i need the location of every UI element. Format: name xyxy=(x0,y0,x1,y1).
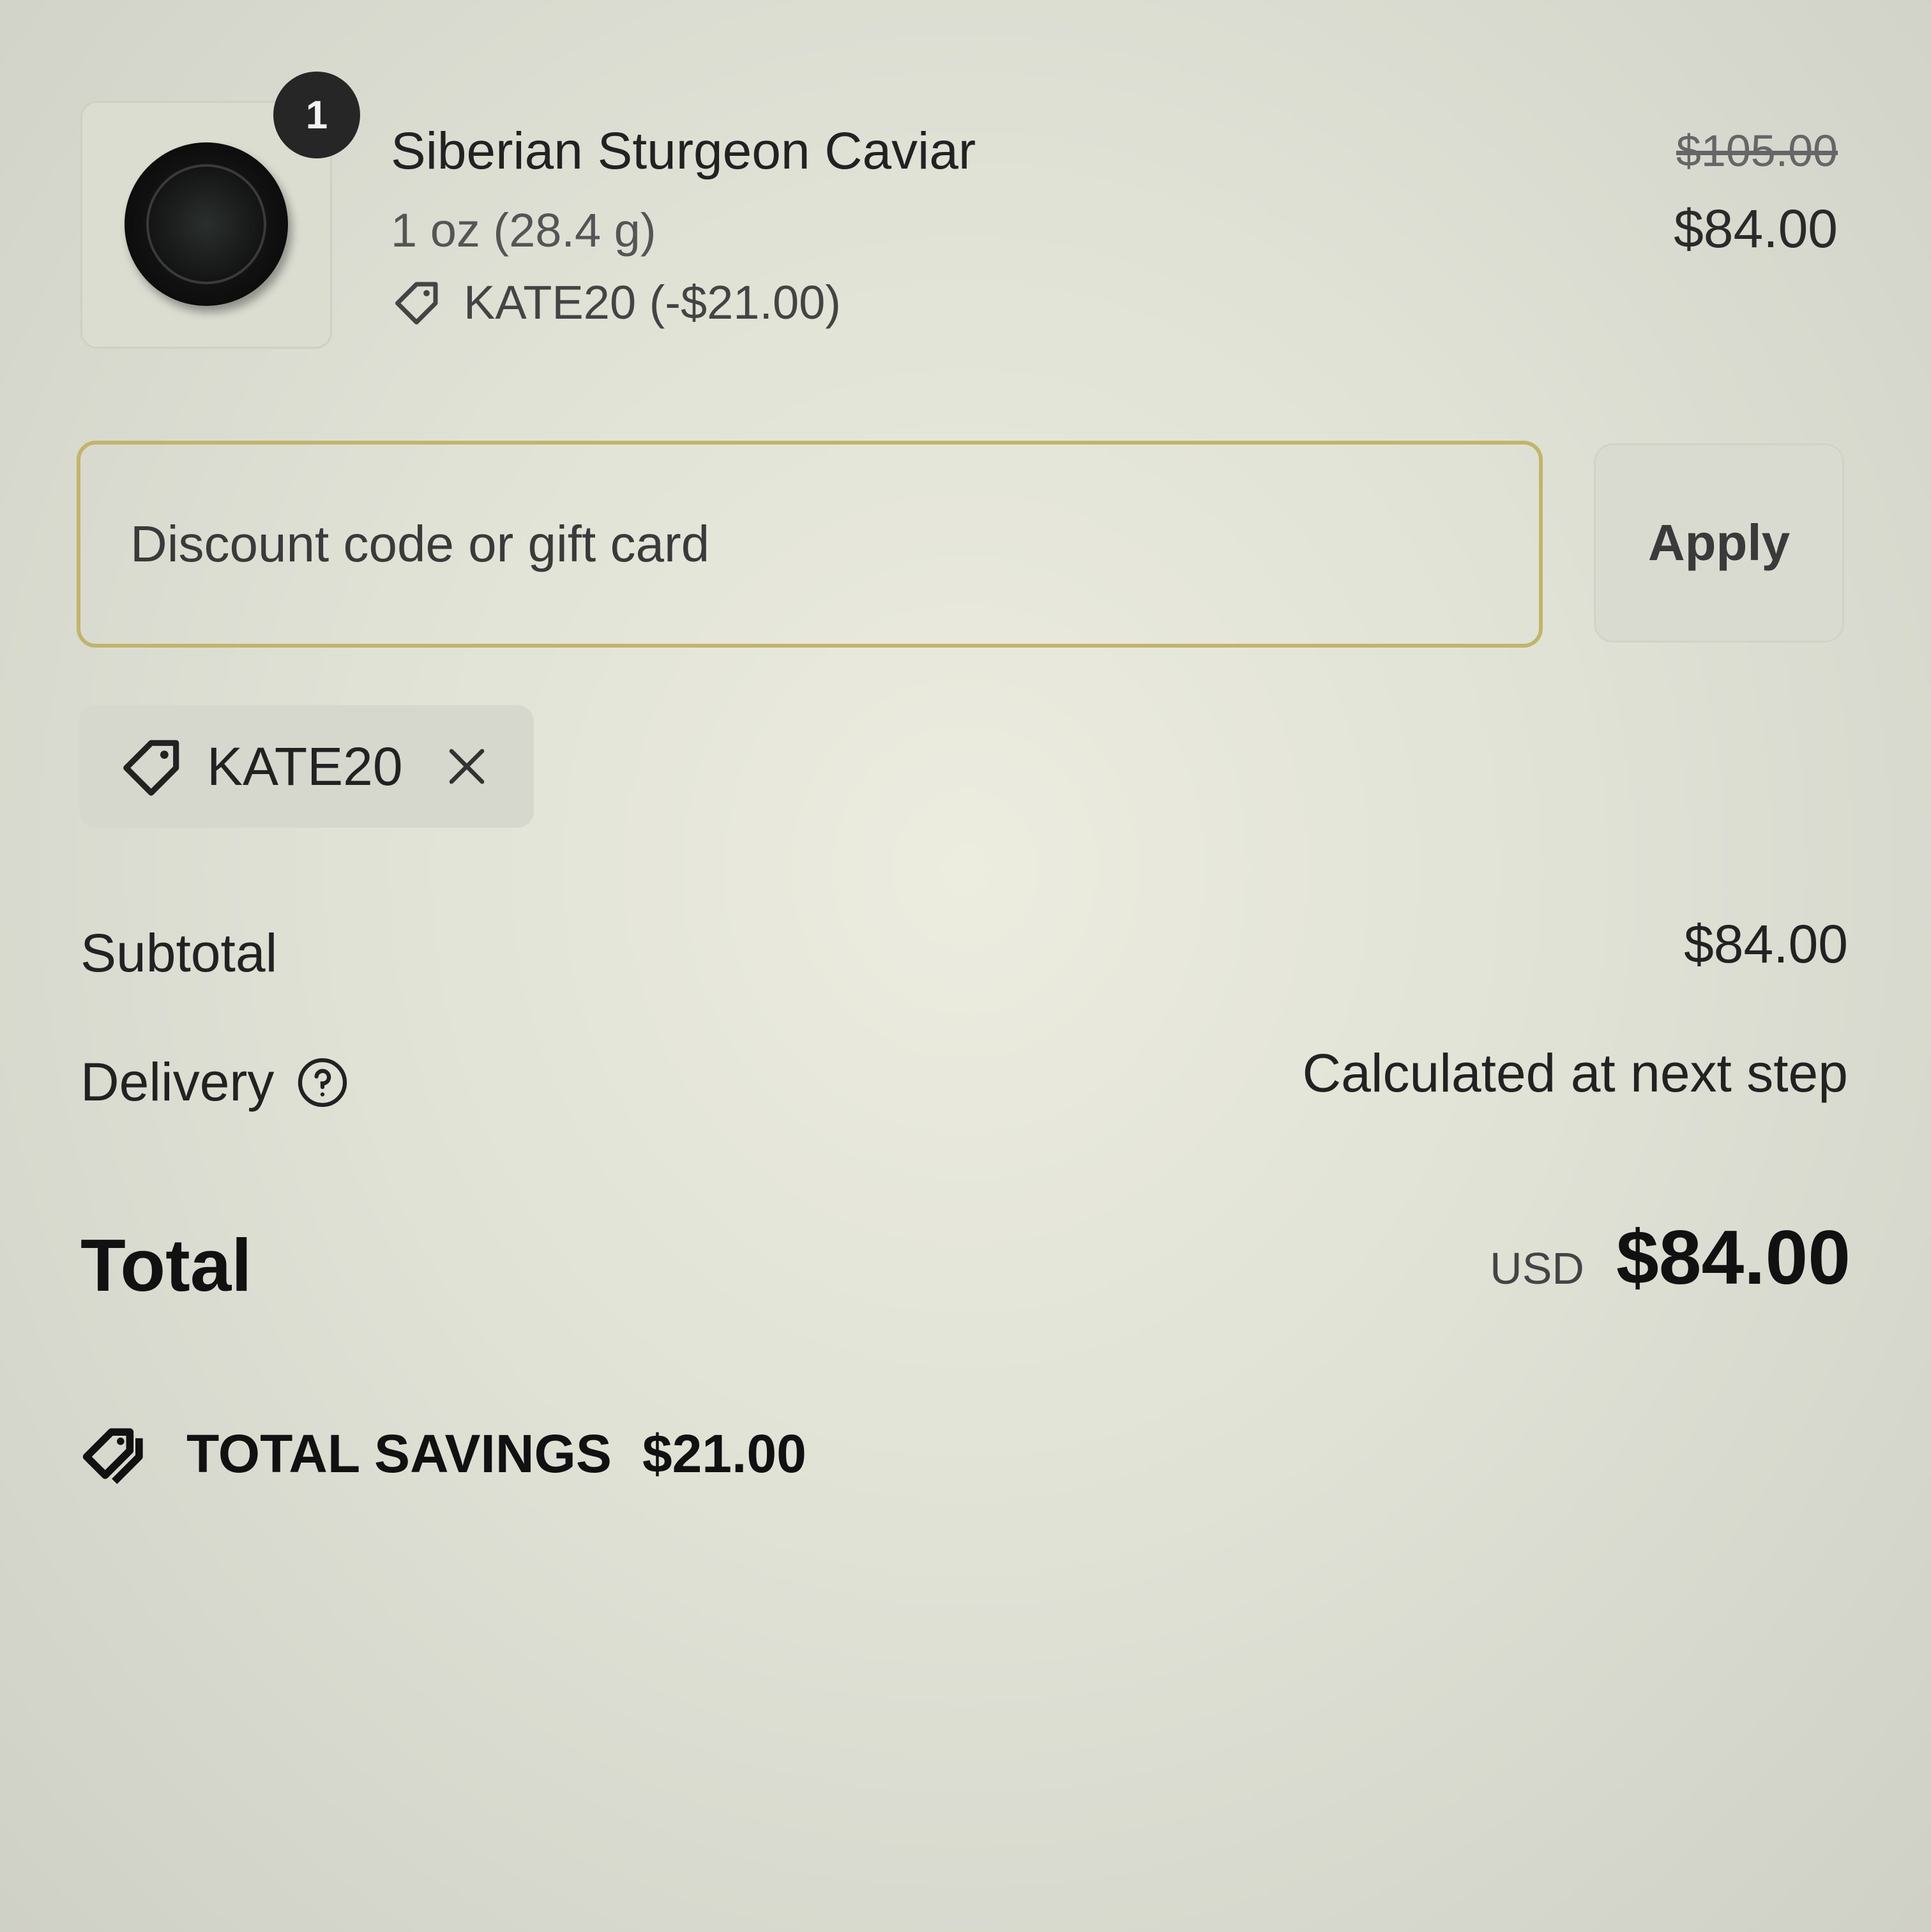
total-label: Total xyxy=(80,1224,252,1307)
apply-button[interactable]: Apply xyxy=(1594,443,1844,643)
total-savings-amount: $21.00 xyxy=(642,1423,806,1484)
delivery-label: Delivery xyxy=(80,1052,275,1112)
original-price: $105.00 xyxy=(1676,126,1838,176)
order-summary: 1 Siberian Sturgeon Caviar 1 oz (28.4 g)… xyxy=(0,0,1931,1932)
total-savings-label: TOTAL SAVINGS xyxy=(186,1423,612,1484)
close-icon xyxy=(449,749,484,784)
delivery-value: Calculated at next step xyxy=(1302,1043,1848,1103)
product-discount-text: KATE20 (-$21.00) xyxy=(464,275,841,329)
total-value-group: USD $84.00 xyxy=(1490,1213,1851,1302)
applied-discount-chip: KATE20 xyxy=(79,705,534,828)
product-name: Siberian Sturgeon Caviar xyxy=(391,122,976,180)
current-price: $84.00 xyxy=(1674,199,1838,259)
delivery-row-label: Delivery xyxy=(80,1051,349,1113)
discount-code-input[interactable] xyxy=(77,441,1543,648)
product-variant: 1 oz (28.4 g) xyxy=(391,204,656,257)
product-discount-line: KATE20 (-$21.00) xyxy=(391,273,841,331)
total-amount: $84.00 xyxy=(1616,1215,1851,1300)
tag-icon xyxy=(395,282,438,324)
total-currency: USD xyxy=(1490,1244,1584,1293)
caviar-tin-icon xyxy=(125,142,288,306)
quantity-badge: 1 xyxy=(273,72,360,158)
remove-discount-button[interactable] xyxy=(441,741,492,792)
total-savings: TOTAL SAVINGS $21.00 xyxy=(80,1417,806,1491)
subtotal-label: Subtotal xyxy=(80,923,278,983)
applied-code-label: KATE20 xyxy=(207,736,403,796)
tag-icon xyxy=(117,731,188,802)
subtotal-value: $84.00 xyxy=(1684,914,1848,974)
tags-icon xyxy=(82,1428,143,1484)
help-icon[interactable] xyxy=(296,1056,349,1109)
